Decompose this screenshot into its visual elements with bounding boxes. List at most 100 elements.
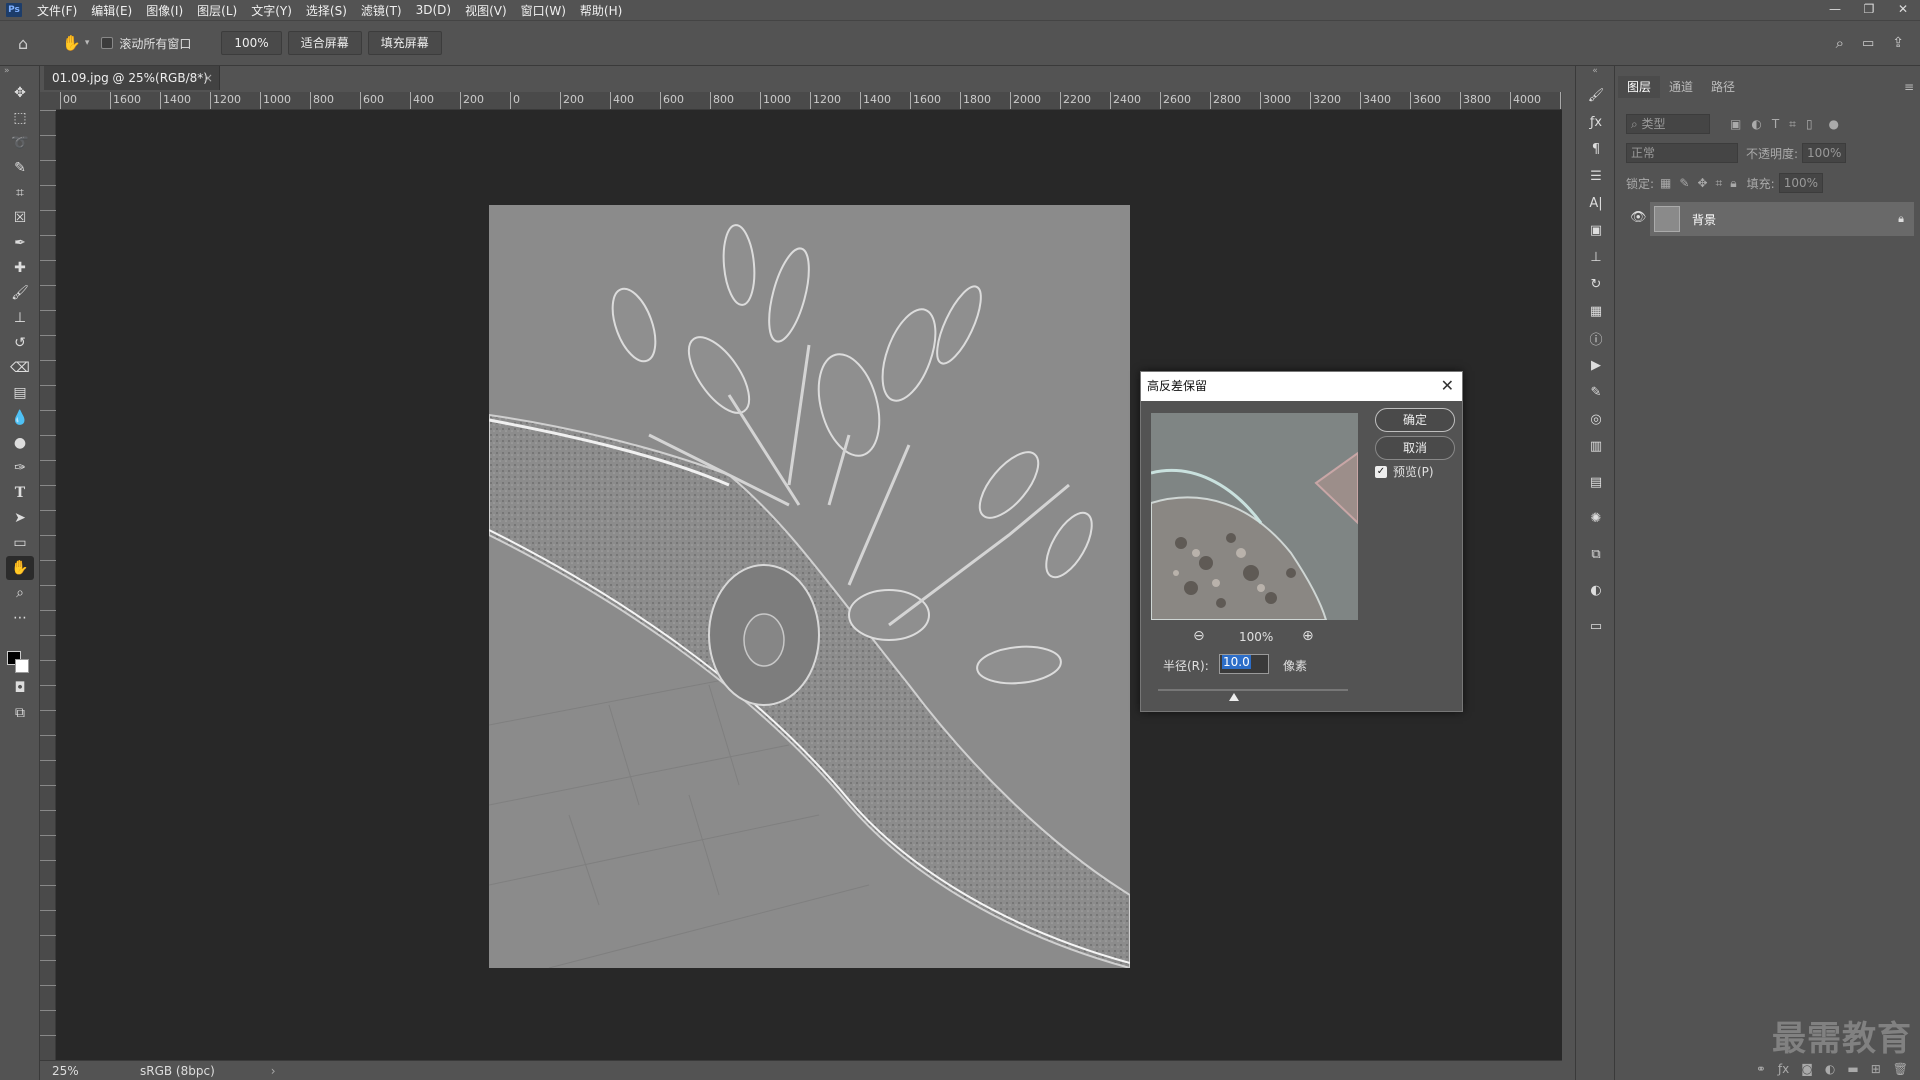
menu-layer[interactable]: 图层(L) (190, 2, 244, 19)
more-tools-icon[interactable]: ⋯ (6, 606, 34, 630)
3d-icon[interactable]: ◎ (1582, 407, 1610, 431)
new-layer-icon[interactable]: ⊞ (1871, 1062, 1881, 1076)
tab-layers[interactable]: 图层 (1618, 76, 1661, 98)
link-icon[interactable]: ⚭ (1756, 1062, 1766, 1076)
fx-icon[interactable]: ƒx (1778, 1062, 1789, 1076)
layer-comps-icon[interactable]: ⧉ (1582, 542, 1610, 566)
tab-channels[interactable]: 通道 (1660, 76, 1702, 98)
lock-paint-icon[interactable]: ✎ (1679, 176, 1689, 190)
menu-window[interactable]: 窗口(W) (514, 2, 573, 19)
lock-all-icon[interactable]: 🔒︎ (1730, 176, 1736, 191)
cancel-button[interactable]: 取消 (1375, 436, 1455, 460)
styles-icon[interactable]: ƒx (1582, 110, 1610, 134)
filter-shape-icon[interactable]: ⌗ (1789, 117, 1796, 132)
info-icon[interactable]: ⓘ (1582, 326, 1610, 350)
minimize-icon[interactable]: — (1818, 0, 1852, 20)
menu-help[interactable]: 帮助(H) (573, 2, 629, 19)
zoom-tool-icon[interactable]: ⌕ (6, 581, 34, 605)
pen-tool-icon[interactable]: ✑ (6, 456, 34, 480)
home-icon[interactable]: ⌂ (18, 34, 28, 53)
navigator-icon[interactable]: ✺ (1582, 506, 1610, 530)
delete-icon[interactable]: 🗑︎ (1893, 1062, 1908, 1076)
document-tab[interactable]: 01.09.jpg @ 25%(RGB/8*) × (44, 66, 220, 90)
zoom-level[interactable]: 25% (52, 1064, 132, 1078)
history-icon[interactable]: ↻ (1582, 272, 1610, 296)
swatches-icon[interactable]: ▦ (1582, 299, 1610, 323)
healing-brush-icon[interactable]: ✚ (6, 256, 34, 280)
filter-toggle-icon[interactable]: ● (1829, 117, 1839, 131)
move-tool-icon[interactable]: ✥ (6, 81, 34, 105)
panel-menu-icon[interactable]: ≡ (1904, 80, 1914, 94)
character-icon[interactable]: A| (1582, 191, 1610, 215)
opacity-input[interactable]: 100% (1802, 143, 1847, 163)
blur-tool-icon[interactable]: 💧 (6, 406, 34, 430)
fit-screen-button[interactable]: 适合屏幕 (287, 31, 362, 55)
color-icon[interactable]: ◐ (1582, 578, 1610, 602)
zoom-out-icon[interactable]: ⊖ (1193, 628, 1205, 644)
hand-tool-icon[interactable]: ✋ (6, 556, 34, 580)
fill-screen-button[interactable]: 填充屏幕 (367, 31, 442, 55)
marquee-tool-icon[interactable]: ⬚ (6, 106, 34, 130)
filter-type-icon[interactable]: T (1772, 117, 1779, 131)
screen-mode-icon[interactable]: ⧉ (6, 701, 34, 725)
blend-mode-select[interactable]: 正常 (1626, 143, 1738, 163)
brush-tool-icon[interactable]: 🖌 (6, 281, 34, 305)
adjustment-layer-icon[interactable]: ◐ (1825, 1062, 1835, 1076)
clone-source-icon[interactable]: ⊥ (1582, 245, 1610, 269)
lock-artboard-icon[interactable]: ⌗ (1716, 176, 1723, 191)
menu-view[interactable]: 视图(V) (458, 2, 514, 19)
adjustments-icon[interactable]: ☰ (1582, 164, 1610, 188)
crop-tool-icon[interactable]: ⌗ (6, 181, 34, 205)
hand-tool-icon[interactable]: ✋ (62, 34, 81, 52)
lock-move-icon[interactable]: ✥ (1697, 176, 1707, 190)
chevron-right-icon[interactable]: › (271, 1064, 276, 1078)
scroll-all-checkbox[interactable] (101, 37, 114, 49)
fill-input[interactable]: 100% (1778, 173, 1823, 193)
lasso-tool-icon[interactable]: ➰ (6, 131, 34, 155)
rectangle-tool-icon[interactable]: ▭ (6, 531, 34, 555)
menu-edit[interactable]: 编辑(E) (84, 2, 139, 19)
timeline-icon[interactable]: ▥ (1582, 434, 1610, 458)
filter-preview[interactable] (1151, 413, 1358, 620)
group-icon[interactable]: ▬ (1847, 1062, 1858, 1076)
type-tool-icon[interactable]: T (6, 481, 34, 505)
mask-icon[interactable]: ◙ (1801, 1062, 1813, 1076)
lock-transparent-icon[interactable]: ▦ (1660, 176, 1671, 190)
gradients-icon[interactable]: ▭ (1582, 614, 1610, 638)
menu-select[interactable]: 选择(S) (299, 2, 354, 19)
path-select-icon[interactable]: ➤ (6, 506, 34, 530)
actions-icon[interactable]: ▶ (1582, 353, 1610, 377)
eraser-tool-icon[interactable]: ⌫ (6, 356, 34, 380)
gradient-tool-icon[interactable]: ▤ (6, 381, 34, 405)
slider-thumb[interactable] (1229, 693, 1239, 701)
paragraph-icon[interactable]: ¶ (1582, 137, 1610, 161)
filter-smart-icon[interactable]: ▯ (1806, 117, 1813, 131)
filter-kind-select[interactable]: ⌕ 类型 (1626, 114, 1710, 134)
quick-mask-icon[interactable]: ◘ (6, 676, 34, 700)
color-swatches[interactable] (0, 631, 39, 675)
collapse-panels-icon[interactable]: « (1576, 66, 1614, 80)
preview-checkbox[interactable]: ✓ (1375, 465, 1387, 478)
filter-adjust-icon[interactable]: ◐ (1751, 117, 1761, 131)
menu-file[interactable]: 文件(F) (30, 2, 84, 19)
share-icon[interactable]: ⇪ (1892, 35, 1904, 51)
clone-stamp-icon[interactable]: ⊥ (6, 306, 34, 330)
zoom-in-icon[interactable]: ⊕ (1302, 628, 1314, 644)
zoom-100-button[interactable]: 100% (221, 31, 282, 55)
radius-slider[interactable] (1158, 689, 1348, 691)
tab-paths[interactable]: 路径 (1702, 76, 1744, 98)
search-icon[interactable]: ⌕ (1836, 34, 1844, 52)
quick-select-tool-icon[interactable]: ✎ (6, 156, 34, 180)
dodge-tool-icon[interactable]: ● (6, 431, 34, 455)
workspace-icon[interactable]: ▭ (1862, 36, 1874, 51)
frame-tool-icon[interactable]: ☒ (6, 206, 34, 230)
restore-icon[interactable]: ❐ (1852, 0, 1886, 20)
close-icon[interactable]: ✕ (1441, 372, 1454, 400)
menu-image[interactable]: 图像(I) (139, 2, 190, 19)
radius-input[interactable]: 10.0 (1219, 654, 1269, 674)
close-tab-icon[interactable]: × (203, 66, 213, 90)
menu-3d[interactable]: 3D(D) (409, 3, 458, 17)
history-brush-icon[interactable]: ↺ (6, 331, 34, 355)
properties-icon[interactable]: ▤ (1582, 470, 1610, 494)
eyedropper-tool-icon[interactable]: ✒ (6, 231, 34, 255)
